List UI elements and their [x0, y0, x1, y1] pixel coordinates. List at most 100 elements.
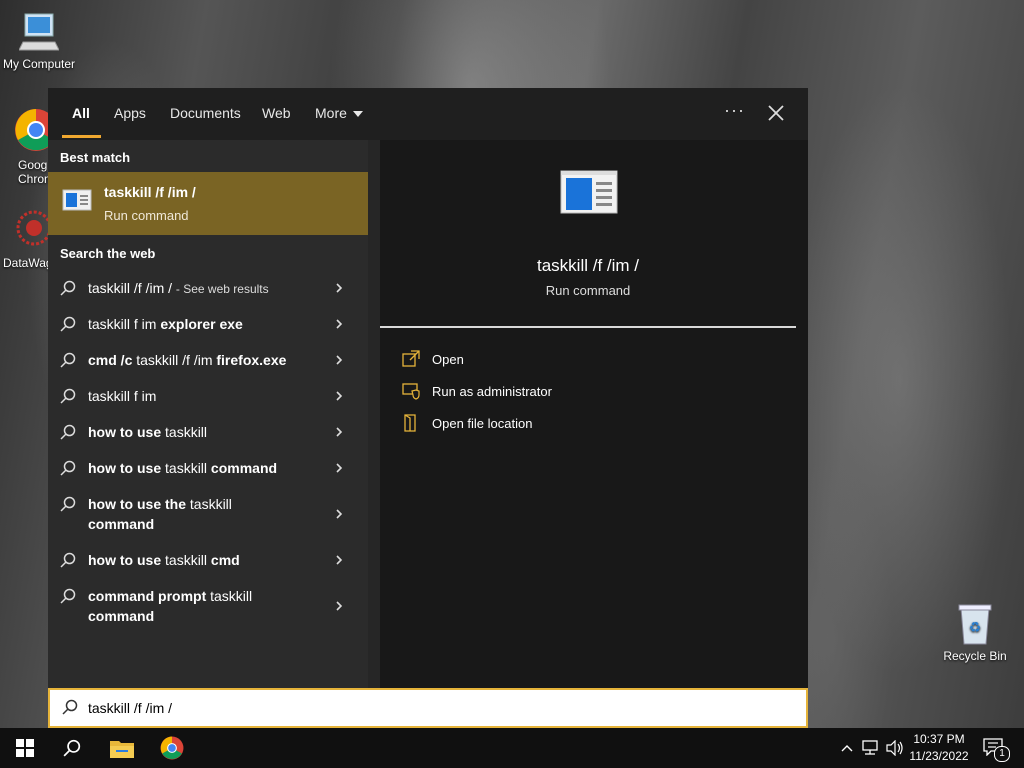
preview-subtitle: Run command: [545, 283, 631, 298]
close-icon[interactable]: [765, 102, 787, 124]
web-result-text: how to use taskkill command: [88, 458, 328, 478]
web-result-text: taskkill /f /im / - See web results: [88, 278, 328, 299]
taskbar-file-explorer[interactable]: [98, 728, 146, 768]
tab-documents[interactable]: Documents: [170, 105, 241, 121]
web-result-text-bold: command: [88, 516, 155, 532]
web-result-item[interactable]: how to use taskkill cmd: [48, 542, 368, 578]
desktop-icon-recycle-bin[interactable]: ♻ Recycle Bin: [937, 602, 1013, 663]
clock[interactable]: 10:37 PM 11/23/2022: [906, 732, 972, 763]
web-result-text-part: taskkill: [161, 552, 211, 568]
web-result-text-part: taskkill: [206, 588, 253, 604]
web-result-text-bold: how to use the: [88, 496, 186, 512]
web-result-text-bold: explorer exe: [160, 316, 243, 332]
action-label: Run as administrator: [432, 384, 552, 399]
web-result-text-bold: how to use: [88, 460, 162, 476]
web-result-text: taskkill f im explorer exe: [88, 314, 328, 334]
chevron-right-icon: [336, 283, 343, 293]
web-result-item[interactable]: how to use taskkill command: [48, 450, 368, 486]
best-match-header: Best match: [60, 150, 131, 165]
action-label: Open file location: [432, 416, 533, 431]
desktop-icon-my-computer[interactable]: My Computer: [1, 12, 77, 71]
web-result-text-part: taskkill /f /im: [132, 352, 217, 368]
search-icon: [60, 388, 76, 404]
notification-center-button[interactable]: 1: [980, 736, 1010, 762]
web-result-text: command prompt taskkill command: [88, 586, 278, 626]
web-result-text-bold: how to use: [88, 552, 162, 568]
desktop-icon-label: Recycle Bin: [943, 649, 1007, 663]
active-tab-indicator: [62, 135, 101, 138]
preview-title: taskkill /f /im /: [536, 256, 639, 275]
best-match-subtitle: Run command: [104, 208, 189, 223]
chevron-right-icon: [336, 355, 343, 365]
chevron-right-icon: [336, 555, 343, 565]
search-icon: [60, 496, 76, 512]
best-match-result[interactable]: taskkill /f /im / Run command: [48, 172, 368, 235]
search-icon: [60, 352, 76, 368]
tab-web[interactable]: Web: [262, 105, 291, 121]
desktop-icon-label: DataWag: [3, 256, 53, 270]
svg-text:♻: ♻: [969, 620, 982, 636]
chevron-up-icon[interactable]: [841, 743, 853, 753]
preview-pane: taskkill /f /im / Run command Open Run a…: [380, 140, 808, 688]
chevron-right-icon: [336, 509, 343, 519]
folder-icon: [404, 414, 416, 432]
web-result-text-bold: command prompt: [88, 588, 207, 604]
caret-down-icon: [352, 111, 363, 118]
open-icon: [402, 350, 420, 367]
web-result-item[interactable]: taskkill f im explorer exe: [48, 306, 368, 342]
network-icon[interactable]: [862, 740, 880, 756]
tab-all[interactable]: All: [72, 105, 90, 121]
shield-icon: [402, 383, 420, 400]
tab-more[interactable]: More: [315, 105, 363, 121]
search-icon: [60, 460, 76, 476]
desktop-icon-datawag[interactable]: DataWag: [0, 208, 53, 270]
action-label: Open: [432, 352, 464, 367]
web-result-text-bold: command: [88, 608, 155, 624]
web-result-item[interactable]: taskkill f im: [48, 378, 368, 414]
web-result-item[interactable]: taskkill /f /im / - See web results: [48, 270, 368, 306]
chevron-right-icon: [336, 463, 343, 473]
chevron-right-icon: [336, 319, 343, 329]
web-result-text-part: taskkill: [186, 496, 232, 512]
web-result-item[interactable]: cmd /c taskkill /f /im firefox.exe: [48, 342, 368, 378]
taskbar: 10:37 PM 11/23/2022 1: [0, 728, 1024, 768]
desktop-icon-google-chrome[interactable]: Goog Chron: [0, 108, 57, 186]
web-result-text-part: taskkill /f /im /: [88, 280, 176, 296]
start-button[interactable]: [0, 728, 48, 768]
web-result-item[interactable]: how to use the taskkill command: [48, 486, 368, 542]
run-command-icon: [62, 189, 92, 211]
desktop-icon-label: My Computer: [2, 57, 76, 71]
web-result-text-part: taskkill f im: [88, 388, 157, 404]
web-result-item[interactable]: how to use taskkill: [48, 414, 368, 450]
chevron-right-icon: [336, 427, 343, 437]
search-input[interactable]: [88, 698, 738, 718]
search-web-header: Search the web: [60, 246, 156, 261]
search-tabs: All Apps Documents Web More ···: [48, 88, 808, 140]
notification-count-badge: 1: [994, 746, 1010, 762]
chevron-right-icon: [336, 391, 343, 401]
clock-time: 10:37 PM: [913, 732, 965, 746]
tab-more-label: More: [315, 105, 347, 121]
preview-divider: [380, 326, 796, 328]
taskbar-search-button[interactable]: [48, 728, 96, 768]
web-result-item[interactable]: command prompt taskkill command: [48, 578, 368, 634]
web-result-suffix: - See web results: [175, 282, 269, 296]
search-box[interactable]: [48, 688, 808, 728]
web-result-text-bold: cmd: [210, 552, 240, 568]
desktop-icon-label: Goog Chron: [18, 158, 51, 186]
taskbar-chrome[interactable]: [148, 728, 196, 768]
web-result-text-bold: how to use: [88, 424, 162, 440]
clock-date: 11/23/2022: [909, 749, 969, 763]
more-options-icon[interactable]: ···: [724, 100, 745, 121]
tab-apps[interactable]: Apps: [114, 105, 146, 121]
best-match-title: taskkill /f /im /: [104, 184, 196, 200]
web-result-text-bold: cmd /c: [88, 352, 133, 368]
volume-icon[interactable]: [886, 740, 904, 756]
search-icon: [60, 316, 76, 332]
folder-icon: [110, 741, 134, 758]
web-result-text: taskkill f im: [88, 386, 328, 406]
web-result-text-part: taskkill f im: [88, 316, 161, 332]
web-result-text-part: taskkill: [161, 424, 208, 440]
recycle-bin-icon: ♻: [958, 604, 992, 645]
web-result-text: how to use the taskkill command: [88, 494, 268, 534]
